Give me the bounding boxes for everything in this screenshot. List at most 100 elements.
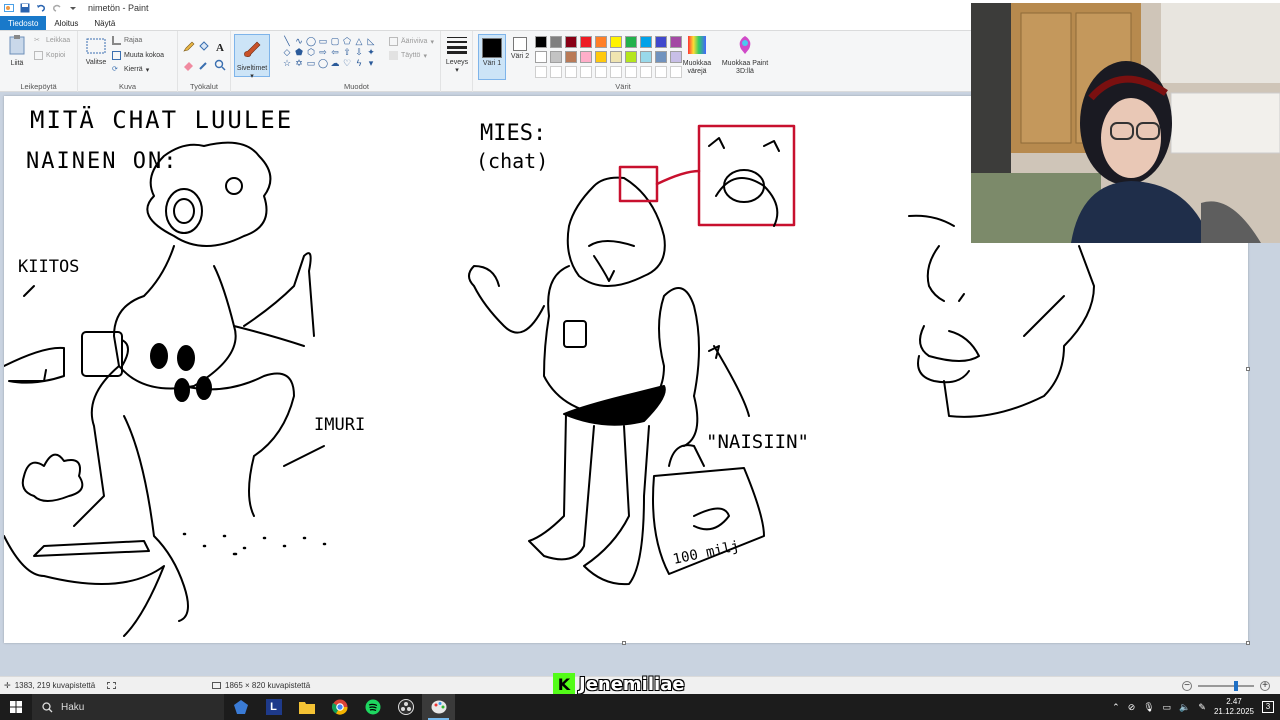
- color2-button[interactable]: Väri 2: [509, 37, 531, 61]
- edit-colors-button[interactable]: Muokkaa värejä: [677, 35, 717, 76]
- right-triangle-shape-icon[interactable]: ◺: [365, 36, 377, 47]
- custom-color-slot[interactable]: [580, 66, 592, 78]
- color-swatch[interactable]: [640, 36, 652, 48]
- polygon-shape-icon[interactable]: ⬠: [341, 36, 353, 47]
- brushes-button[interactable]: Siveltimet ▾: [234, 34, 270, 80]
- color-swatch[interactable]: [655, 36, 667, 48]
- paint3d-button[interactable]: Muokkaa Paint 3D:llä: [721, 35, 769, 76]
- fill-bucket-icon[interactable]: [198, 40, 210, 52]
- lightning-shape-icon[interactable]: ϟ: [353, 58, 365, 69]
- resize-handle-right[interactable]: [1246, 367, 1250, 371]
- tab-file[interactable]: Tiedosto: [0, 16, 47, 30]
- display-icon[interactable]: ▭: [1163, 702, 1172, 713]
- size-button[interactable]: Leveys ▾: [444, 36, 470, 75]
- save-icon[interactable]: [20, 3, 30, 13]
- select-button[interactable]: Valitse: [83, 38, 109, 67]
- arrow-up-shape-icon[interactable]: ⇧: [341, 47, 353, 58]
- rounded-rectangle-shape-icon[interactable]: ▢: [329, 36, 341, 47]
- diamond-shape-icon[interactable]: ◇: [281, 47, 293, 58]
- chevron-up-icon[interactable]: ⌃: [1112, 702, 1120, 713]
- star5-shape-icon[interactable]: ☆: [281, 58, 293, 69]
- custom-color-slot[interactable]: [640, 66, 652, 78]
- star6-shape-icon[interactable]: ✡: [293, 58, 305, 69]
- rectangle-shape-icon[interactable]: ▭: [317, 36, 329, 47]
- resize-handle-corner[interactable]: [1246, 641, 1250, 645]
- microphone-icon[interactable]: 🎙: [1143, 702, 1154, 713]
- eraser-icon[interactable]: [183, 59, 195, 71]
- star4-shape-icon[interactable]: ✦: [365, 47, 377, 58]
- speaker-icon[interactable]: 🔈: [1179, 702, 1190, 713]
- start-button[interactable]: [0, 694, 32, 720]
- taskbar-app-paint[interactable]: [422, 694, 455, 720]
- hexagon-shape-icon[interactable]: ⬡: [305, 47, 317, 58]
- color-swatch[interactable]: [625, 51, 637, 63]
- clock[interactable]: 2.47 21.12.2025: [1214, 697, 1254, 717]
- triangle-shape-icon[interactable]: △: [353, 36, 365, 47]
- color-swatch[interactable]: [550, 51, 562, 63]
- curve-shape-icon[interactable]: ∿: [293, 36, 305, 47]
- resize-button[interactable]: Muuta kokoa: [112, 51, 164, 60]
- color1-button[interactable]: Väri 1: [478, 34, 506, 80]
- color-swatch[interactable]: [610, 36, 622, 48]
- custom-color-slot[interactable]: [655, 66, 667, 78]
- color-swatch[interactable]: [565, 51, 577, 63]
- color-swatch[interactable]: [535, 51, 547, 63]
- text-icon[interactable]: A: [214, 40, 226, 52]
- zoom-slider[interactable]: [1198, 680, 1254, 691]
- more-shapes-icon[interactable]: ▾: [365, 58, 377, 69]
- color-swatch[interactable]: [610, 51, 622, 63]
- notification-icon[interactable]: 3: [1262, 701, 1274, 713]
- callout-oval-shape-icon[interactable]: ◯: [317, 58, 329, 69]
- crop-button[interactable]: Rajaa: [112, 36, 142, 45]
- arrow-left-shape-icon[interactable]: ⇦: [329, 47, 341, 58]
- copy-button[interactable]: Kopioi: [34, 51, 65, 60]
- taskbar-app-explorer[interactable]: [290, 694, 323, 720]
- paste-button[interactable]: Liitä: [6, 35, 28, 68]
- callout-cloud-shape-icon[interactable]: ☁: [329, 58, 341, 69]
- heart-shape-icon[interactable]: ♡: [341, 58, 353, 69]
- fill-button[interactable]: Täyttö ▾: [389, 51, 427, 60]
- color-swatch[interactable]: [535, 36, 547, 48]
- rotate-button[interactable]: ⟳ Kierrä ▾: [112, 65, 149, 74]
- taskbar-search[interactable]: Haku: [32, 694, 224, 720]
- taskbar-app-spotify[interactable]: [356, 694, 389, 720]
- zoom-out-icon[interactable]: −: [1182, 680, 1192, 691]
- color-swatch[interactable]: [550, 36, 562, 48]
- zoom-in-icon[interactable]: +: [1260, 680, 1270, 691]
- tab-view[interactable]: Näytä: [86, 16, 123, 30]
- zoom-slider-thumb[interactable]: [1234, 680, 1238, 691]
- customize-icon[interactable]: [68, 3, 78, 13]
- arrow-right-shape-icon[interactable]: ⇨: [317, 47, 329, 58]
- magnifier-icon[interactable]: [214, 59, 226, 71]
- undo-icon[interactable]: [36, 3, 46, 13]
- custom-color-slot[interactable]: [535, 66, 547, 78]
- callout-rect-shape-icon[interactable]: ▭: [305, 58, 317, 69]
- color-swatch[interactable]: [565, 36, 577, 48]
- redo-icon[interactable]: [52, 3, 62, 13]
- taskbar-app-lens[interactable]: L: [257, 694, 290, 720]
- color-swatch[interactable]: [580, 51, 592, 63]
- taskbar-app-widgets[interactable]: [224, 694, 257, 720]
- taskbar-app-chrome[interactable]: [323, 694, 356, 720]
- custom-color-slot[interactable]: [610, 66, 622, 78]
- color-swatch[interactable]: [595, 36, 607, 48]
- cut-button[interactable]: ✂ Leikkaa: [34, 36, 70, 45]
- arrow-down-shape-icon[interactable]: ⇩: [353, 47, 365, 58]
- pentagon-shape-icon[interactable]: ⬟: [293, 47, 305, 58]
- pen-icon[interactable]: ✎: [1198, 702, 1206, 713]
- shapes-gallery[interactable]: ╲ ∿ ◯ ▭ ▢ ⬠ △ ◺ ◇ ⬟ ⬡ ⇨ ⇦ ⇧ ⇩ ✦ ☆ ✡ ▭ ◯ …: [281, 36, 377, 69]
- resize-handle-bottom[interactable]: [622, 641, 626, 645]
- color-swatch[interactable]: [595, 51, 607, 63]
- outline-button[interactable]: Ääriviiva ▾: [389, 37, 434, 46]
- line-shape-icon[interactable]: ╲: [281, 36, 293, 47]
- color-swatch[interactable]: [640, 51, 652, 63]
- custom-color-slot[interactable]: [565, 66, 577, 78]
- tab-home[interactable]: Aloitus: [46, 16, 86, 30]
- color-swatch[interactable]: [580, 36, 592, 48]
- custom-color-slot[interactable]: [550, 66, 562, 78]
- taskbar-app-obs[interactable]: [389, 694, 422, 720]
- custom-color-slot[interactable]: [625, 66, 637, 78]
- oval-shape-icon[interactable]: ◯: [305, 36, 317, 47]
- network-off-icon[interactable]: ⊘: [1128, 702, 1136, 713]
- custom-color-slot[interactable]: [595, 66, 607, 78]
